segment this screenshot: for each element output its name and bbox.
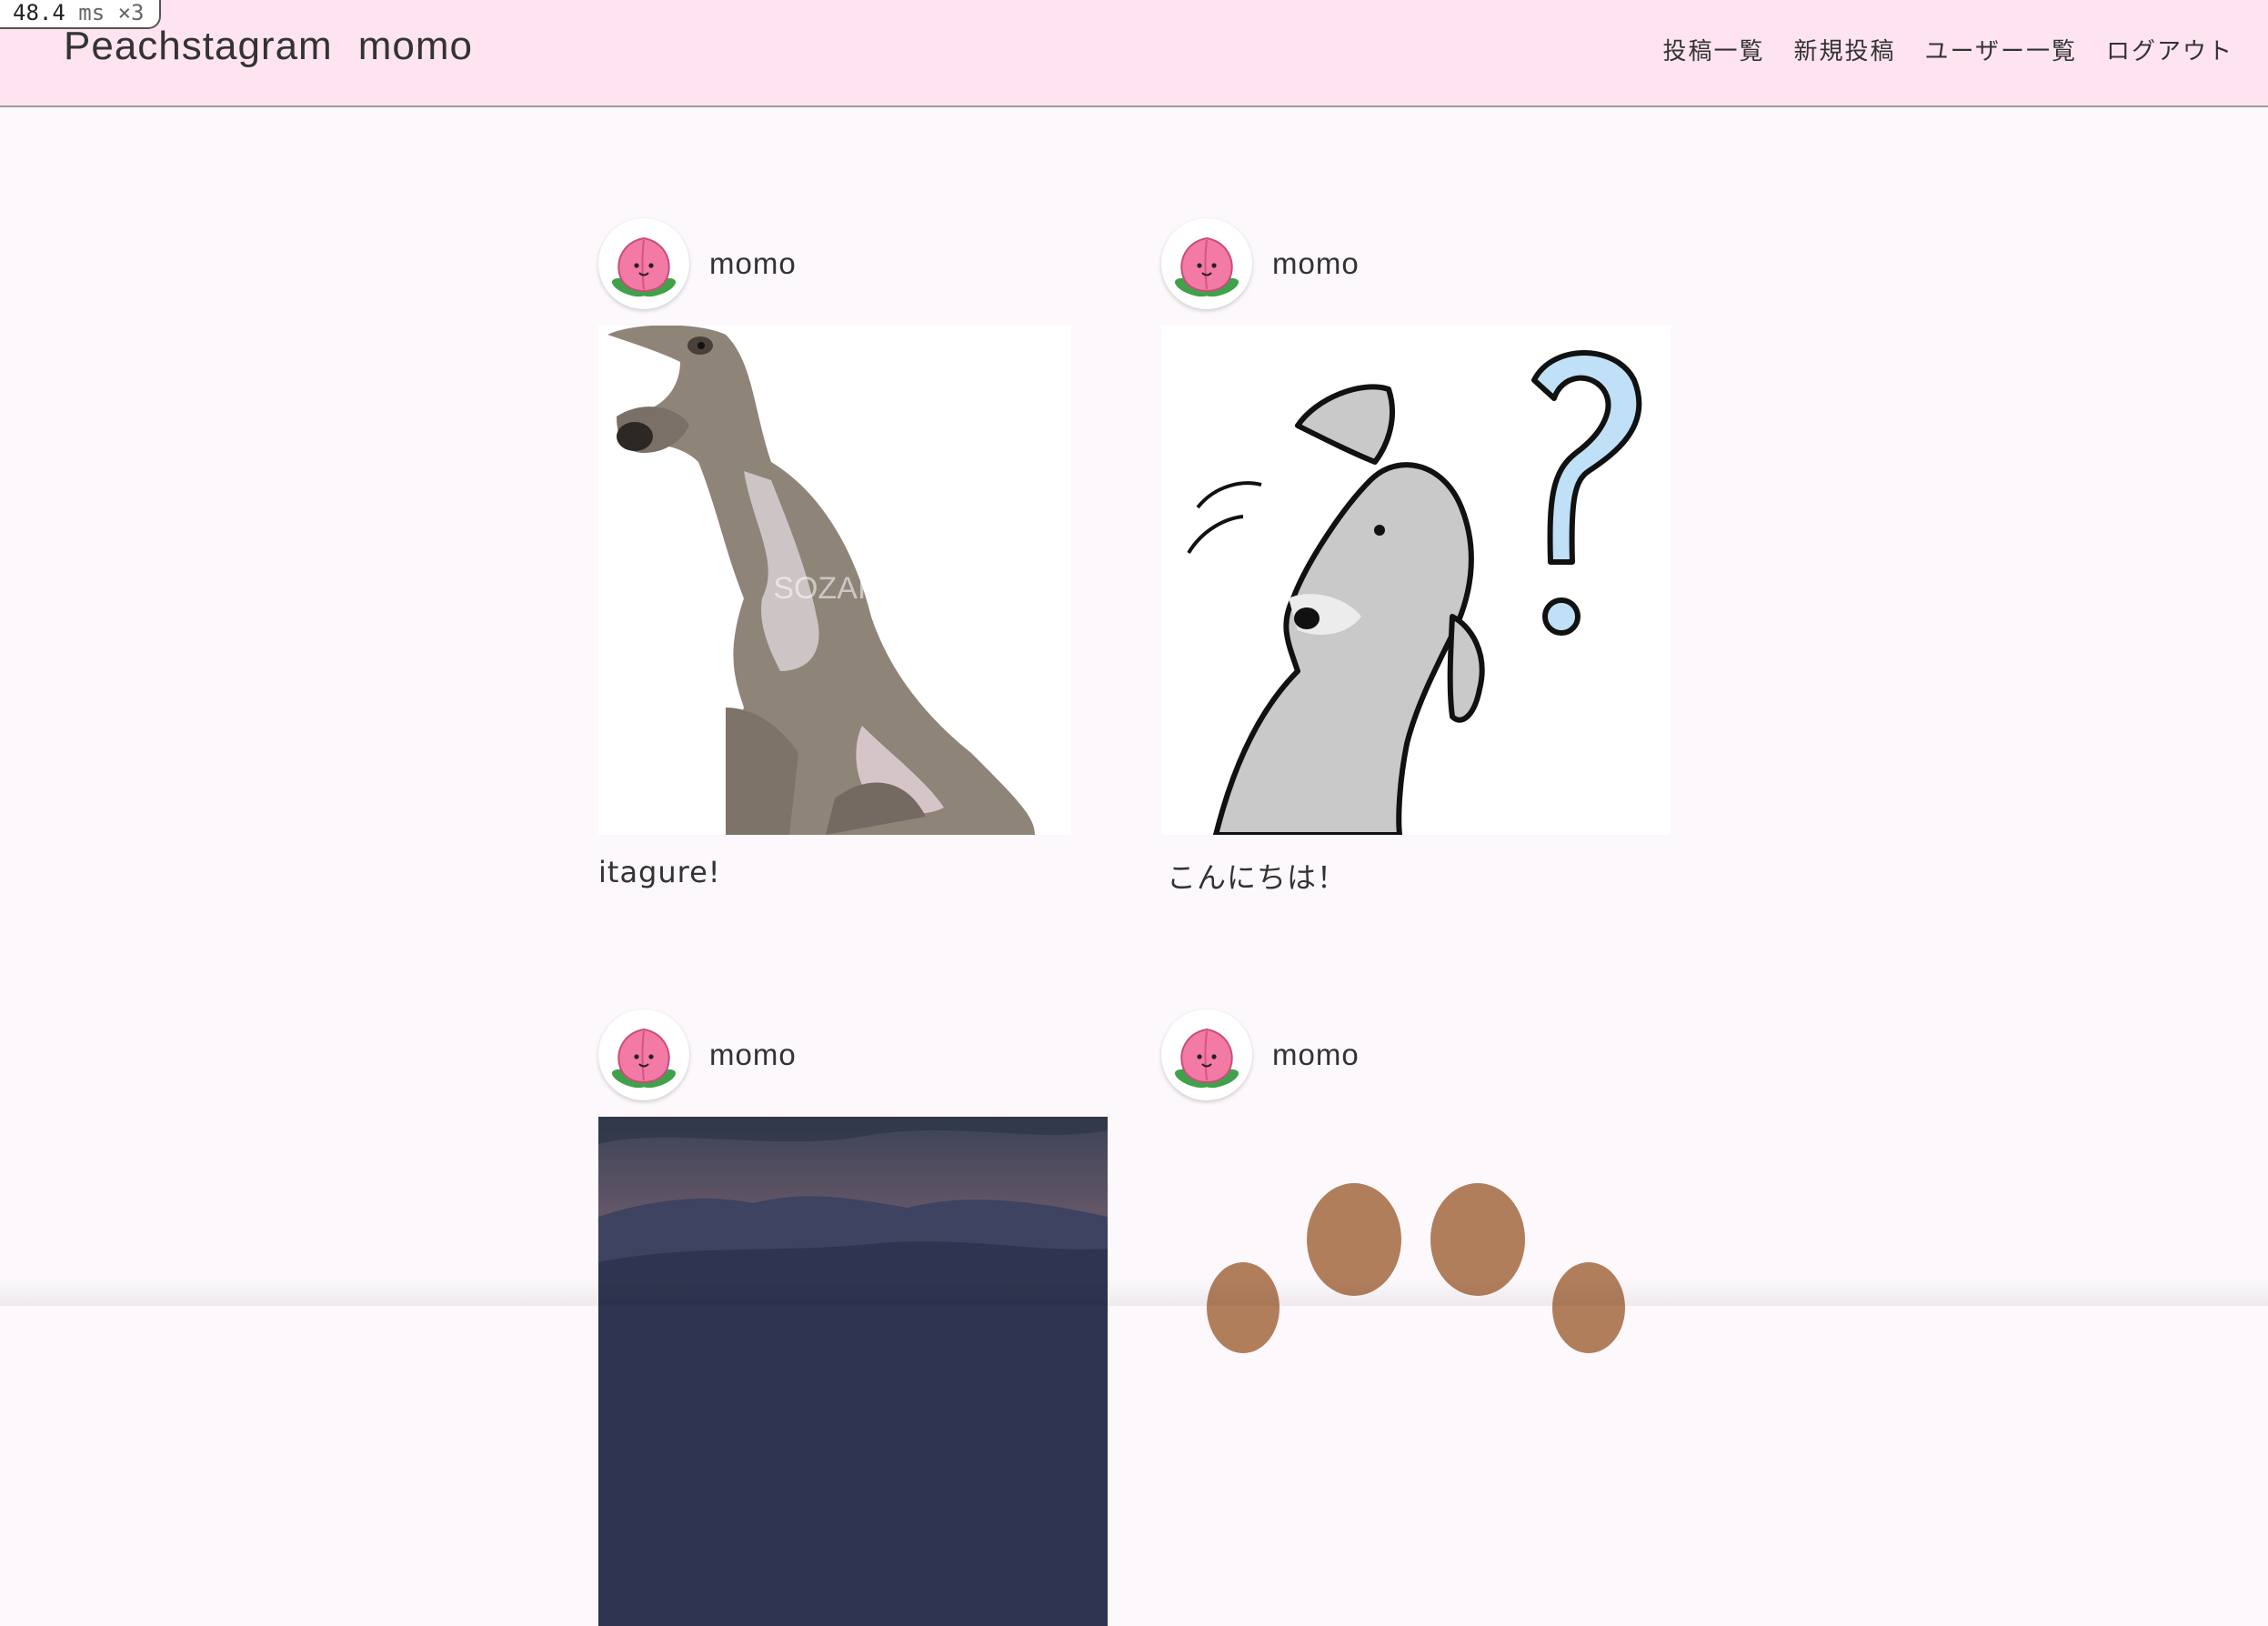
post-header: momo [1161, 1008, 1360, 1102]
image-watermark: SOZAI GOOD [773, 571, 968, 606]
peach-icon [1170, 1019, 1243, 1091]
current-username: momo [358, 24, 473, 68]
post-image[interactable]: SOZAI GOOD [598, 326, 1071, 835]
scroll-shadow [0, 1279, 2268, 1306]
nav-post-list[interactable]: 投稿一覧 [1662, 33, 1764, 66]
avatar[interactable] [598, 1009, 689, 1100]
post-header: momo [598, 216, 797, 311]
post-username[interactable]: momo [709, 1038, 797, 1072]
post-caption: itagure! [598, 855, 721, 889]
post-header: momo [598, 1008, 797, 1102]
post-image[interactable] [1161, 1117, 1671, 1626]
greyhound-illustration: SOZAI GOOD [598, 326, 1071, 835]
peach-icon [607, 1019, 680, 1091]
post-username[interactable]: momo [1272, 1038, 1360, 1072]
post-username[interactable]: momo [1272, 246, 1360, 281]
avatar[interactable] [1161, 218, 1252, 309]
peach-icon [1170, 227, 1243, 300]
nav-logout[interactable]: ログアウト [2106, 33, 2233, 66]
brand-name[interactable]: Peachstagram [64, 24, 333, 68]
avatar[interactable] [1161, 1009, 1252, 1100]
nav-user-list[interactable]: ユーザー一覧 [1925, 33, 2077, 66]
nav-new-post[interactable]: 新規投稿 [1793, 33, 1895, 66]
perf-unit: ms [78, 0, 105, 25]
post-caption: こんにちは！ [1167, 855, 1347, 897]
brand[interactable]: Peachstagram momo [64, 24, 473, 69]
main-nav: 投稿一覧 新規投稿 ユーザー一覧 ログアウト [1662, 33, 2233, 66]
perf-badge: 48.4 ms ×3 [0, 0, 161, 29]
post-username[interactable]: momo [709, 246, 797, 281]
perf-value: 48.4 [13, 0, 65, 25]
mountain-photo [598, 1117, 1108, 1626]
post-image[interactable] [1161, 326, 1671, 835]
paw-illustration [1161, 1117, 1671, 1626]
post-image[interactable] [598, 1117, 1108, 1626]
avatar[interactable] [598, 218, 689, 309]
post-header: momo [1161, 216, 1360, 311]
peach-icon [607, 227, 680, 300]
perf-multiplier: ×3 [118, 0, 145, 25]
dog-question-illustration [1161, 326, 1671, 835]
site-header: Peachstagram momo 投稿一覧 新規投稿 ユーザー一覧 ログアウト [0, 0, 2268, 107]
